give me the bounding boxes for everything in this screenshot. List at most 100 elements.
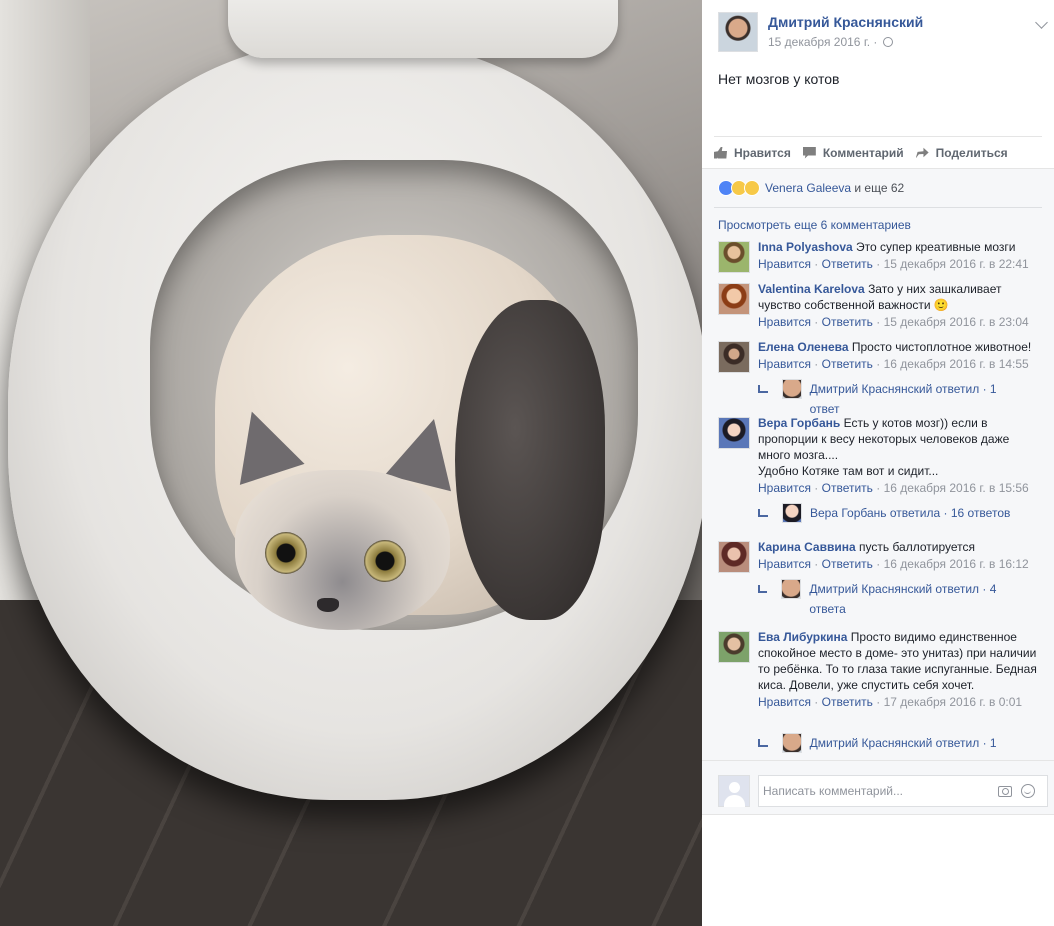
divider xyxy=(714,207,1042,208)
commenter-avatar[interactable] xyxy=(718,417,750,449)
comment-like-link[interactable]: Нравится xyxy=(758,481,811,495)
comment-body: Valentina Karelova Зато у них зашкаливае… xyxy=(758,281,1038,313)
post-date-text[interactable]: 15 декабря 2016 г. · xyxy=(768,35,877,49)
toilet-lid xyxy=(228,0,618,58)
replies-summary: Дмитрий Краснянский ответил · 1 ответ xyxy=(809,382,997,416)
comment-like-link[interactable]: Нравится xyxy=(758,695,811,709)
post-panel: Дмитрий Краснянский 15 декабря 2016 г. ·… xyxy=(702,0,1054,926)
reply-arrow-icon xyxy=(758,739,768,747)
post-header: Дмитрий Краснянский 15 декабря 2016 г. · xyxy=(718,12,1048,52)
comment-meta: Нравится · Ответить · 16 декабря 2016 г.… xyxy=(758,355,1038,373)
comment-label: Комментарий xyxy=(822,145,904,160)
cat-nose xyxy=(317,598,339,612)
comment-like-link[interactable]: Нравится xyxy=(758,257,811,271)
replies-summary: Вера Горбань ответила · 16 ответов xyxy=(810,506,1011,520)
meta-separator: · xyxy=(872,557,884,571)
chevron-down-icon[interactable] xyxy=(1035,16,1048,29)
replier-avatar xyxy=(782,503,802,523)
commenter-name[interactable]: Карина Саввина xyxy=(758,540,856,554)
meta-separator: · xyxy=(810,357,822,371)
reactions-rest: и еще 62 xyxy=(851,181,905,195)
replier-avatar xyxy=(781,379,802,399)
comment-timestamp[interactable]: 17 декабря 2016 г. в 0:01 xyxy=(884,695,1022,709)
share-arrow-icon xyxy=(915,147,929,159)
comments-area: Venera Galeeva и еще 62 Просмотреть еще … xyxy=(702,168,1054,814)
commenter-name[interactable]: Вера Горбань xyxy=(758,416,840,430)
reply-arrow-icon xyxy=(758,509,768,517)
commenter-name[interactable]: Inna Polyashova xyxy=(758,240,853,254)
meta-separator: · xyxy=(872,257,884,271)
comment-timestamp[interactable]: 16 декабря 2016 г. в 16:12 xyxy=(884,557,1029,571)
comment-meta: Нравится · Ответить · 16 декабря 2016 г.… xyxy=(758,479,1038,497)
reactions-summary[interactable]: Venera Galeeva и еще 62 xyxy=(718,179,904,197)
commenter-avatar[interactable] xyxy=(718,541,750,573)
comment-item: Вера Горбань Есть у котов мозг)) если в … xyxy=(718,415,1038,497)
commenter-avatar[interactable] xyxy=(718,283,750,315)
reactions-text: Venera Galeeva и еще 62 xyxy=(765,181,904,195)
comment-text-line2: Удобно Котяке там вот и сидит... xyxy=(758,464,939,478)
replier-avatar xyxy=(781,579,802,599)
emoji-icon[interactable] xyxy=(1021,784,1035,798)
camera-icon[interactable] xyxy=(998,786,1012,797)
comment-reply-link[interactable]: Ответить xyxy=(822,695,873,709)
commenter-name[interactable]: Елена Оленева xyxy=(758,340,849,354)
comment-like-link[interactable]: Нравится xyxy=(758,557,811,571)
post-text: Нет мозгов у котов xyxy=(718,71,840,87)
post-photo[interactable] xyxy=(0,0,702,926)
view-replies-link[interactable]: Вера Горбань ответила · 16 ответов xyxy=(758,503,1018,523)
view-replies-link[interactable]: Дмитрий Краснянский ответил · 4 ответа xyxy=(758,579,1018,619)
comment-timestamp[interactable]: 16 декабря 2016 г. в 14:55 xyxy=(884,357,1029,371)
comment-body: Ева Либуркина Просто видимо единственное… xyxy=(758,629,1038,693)
commenter-avatar[interactable] xyxy=(718,341,750,373)
commenter-avatar[interactable] xyxy=(718,241,750,273)
author-avatar[interactable] xyxy=(718,12,758,52)
comment-meta: Нравится · Ответить · 17 декабря 2016 г.… xyxy=(758,693,1038,711)
comment-meta: Нравится · Ответить · 15 декабря 2016 г.… xyxy=(758,255,1038,273)
comment-bubble-icon xyxy=(802,146,816,159)
meta-separator: · xyxy=(810,315,822,329)
comment-item: Valentina Karelova Зато у них зашкаливае… xyxy=(718,281,1038,331)
comment-like-link[interactable]: Нравится xyxy=(758,315,811,329)
post-date[interactable]: 15 декабря 2016 г. · xyxy=(768,35,893,49)
meta-separator: · xyxy=(872,481,884,495)
comment-button[interactable]: Комментарий xyxy=(802,145,904,160)
comment-timestamp[interactable]: 15 декабря 2016 г. в 23:04 xyxy=(884,315,1029,329)
post-actions: Нравится Комментарий Поделиться xyxy=(714,136,1042,168)
comment-meta: Нравится · Ответить · 16 декабря 2016 г.… xyxy=(758,555,1038,573)
reply-arrow-icon xyxy=(758,385,768,393)
commenter-avatar[interactable] xyxy=(718,631,750,663)
globe-icon xyxy=(882,37,893,47)
comment-text: Это супер креативные мозги xyxy=(856,240,1016,254)
reply-arrow-icon xyxy=(758,585,768,593)
comment-body: Inna Polyashova Это супер креативные моз… xyxy=(758,239,1038,255)
comment-reply-link[interactable]: Ответить xyxy=(822,315,873,329)
cat-eye-left xyxy=(265,532,307,574)
commenter-name[interactable]: Valentina Karelova xyxy=(758,282,865,296)
comment-reply-link[interactable]: Ответить xyxy=(822,557,873,571)
view-replies-link[interactable]: Дмитрий Краснянский ответил · 1 ответ xyxy=(758,379,1018,419)
comment-timestamp[interactable]: 16 декабря 2016 г. в 15:56 xyxy=(884,481,1029,495)
share-button[interactable]: Поделиться xyxy=(915,145,1008,160)
meta-separator: · xyxy=(810,257,822,271)
author-name[interactable]: Дмитрий Краснянский xyxy=(768,14,923,30)
commenter-name[interactable]: Ева Либуркина xyxy=(758,630,847,644)
comment-item: Елена Оленева Просто чистоплотное животн… xyxy=(718,339,1038,373)
comment-body: Карина Саввина пусть баллотируется xyxy=(758,539,1038,555)
comment-item: Ева Либуркина Просто видимо единственное… xyxy=(718,629,1038,711)
comment-timestamp[interactable]: 15 декабря 2016 г. в 22:41 xyxy=(884,257,1029,271)
comment-reply-link[interactable]: Ответить xyxy=(822,257,873,271)
replies-summary: Дмитрий Краснянский ответил · 4 ответа xyxy=(809,582,997,616)
comment-like-link[interactable]: Нравится xyxy=(758,357,811,371)
comment-reply-link[interactable]: Ответить xyxy=(822,357,873,371)
divider xyxy=(702,814,1054,815)
comment-text: Просто чистоплотное животное! xyxy=(851,340,1032,354)
view-more-comments-link[interactable]: Просмотреть еще 6 комментариев xyxy=(718,218,911,232)
comment-composer xyxy=(702,760,1054,814)
comment-reply-link[interactable]: Ответить xyxy=(822,481,873,495)
share-label: Поделиться xyxy=(935,145,1008,160)
like-button[interactable]: Нравится xyxy=(714,146,791,160)
comment-item: Карина Саввина пусть баллотируется Нравит… xyxy=(718,539,1038,573)
cat-eye-right xyxy=(364,540,406,582)
reactions-first-name[interactable]: Venera Galeeva xyxy=(765,181,851,195)
meta-separator: · xyxy=(810,481,822,495)
